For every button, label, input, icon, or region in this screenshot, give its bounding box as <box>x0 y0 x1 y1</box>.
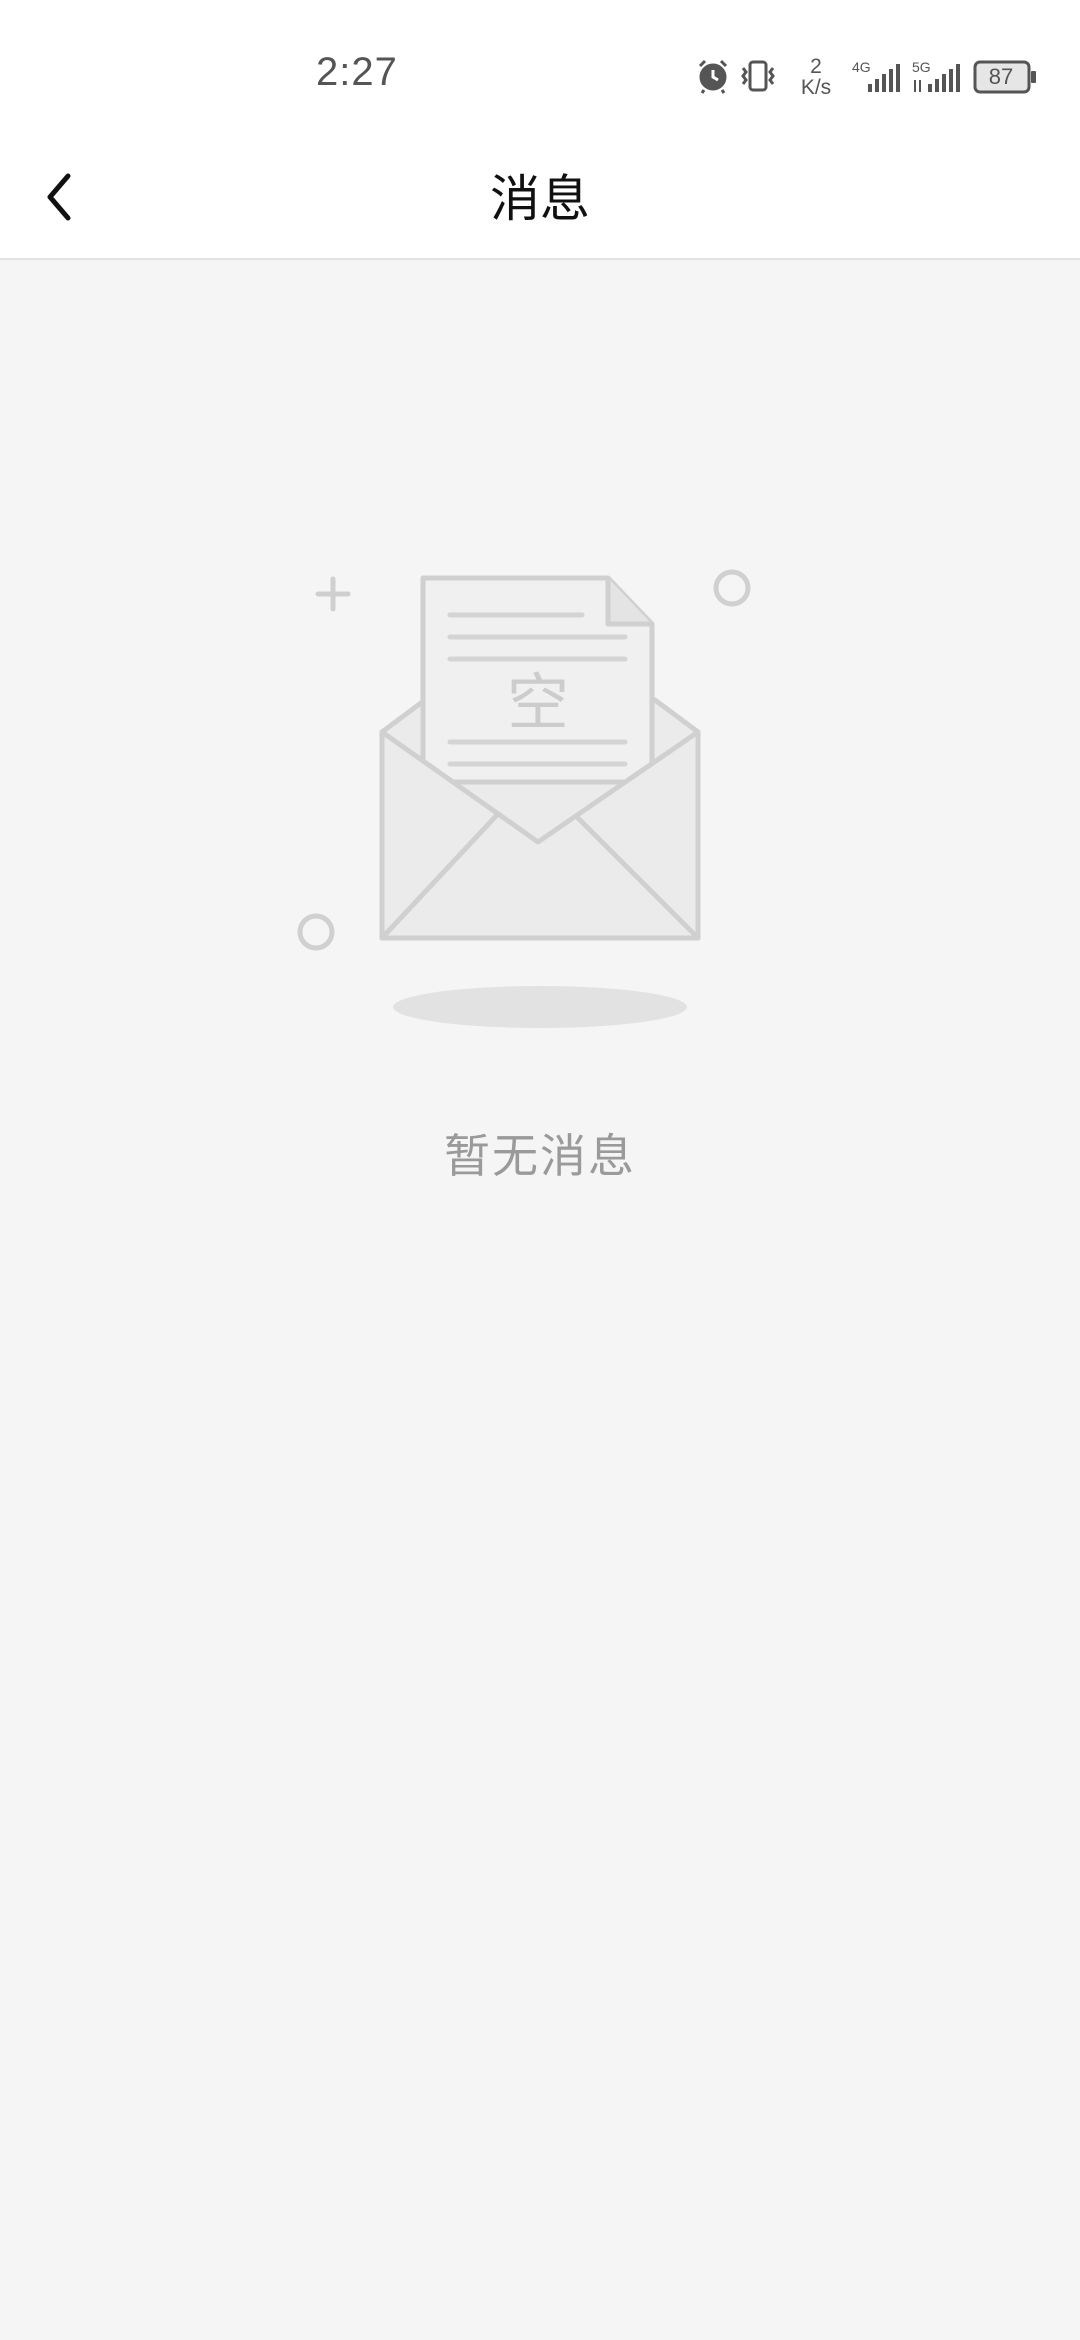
back-button[interactable] <box>30 162 100 232</box>
signal-5g-icon: 5G <box>912 59 960 92</box>
vibrate-icon <box>741 60 775 92</box>
paper-text: 空 <box>507 666 569 739</box>
chevron-left-icon <box>47 173 71 221</box>
svg-text:4G: 4G <box>852 59 871 75</box>
battery-level: 87 <box>988 64 1014 89</box>
shadow <box>393 986 687 1028</box>
empty-mailbox-illustration: 空 <box>297 569 751 1028</box>
signal-4g-icon: 4G <box>852 59 900 92</box>
status-time: 2:27 <box>316 50 398 94</box>
empty-message: 暂无消息 <box>444 1129 636 1183</box>
alarm-icon <box>698 59 728 94</box>
circle-decoration-top <box>713 569 751 607</box>
net-speed: 2 K/s <box>800 55 832 99</box>
status-bar: 2:27 4G 5G 2 K/s 87 <box>0 0 1080 140</box>
circle-decoration-bottom <box>297 913 335 951</box>
paper-icon: 空 <box>420 575 655 785</box>
svg-text:5G: 5G <box>912 59 931 75</box>
plus-decoration <box>315 576 351 612</box>
page-title: 消息 <box>490 170 590 228</box>
app-bar: 消息 <box>0 140 1080 260</box>
